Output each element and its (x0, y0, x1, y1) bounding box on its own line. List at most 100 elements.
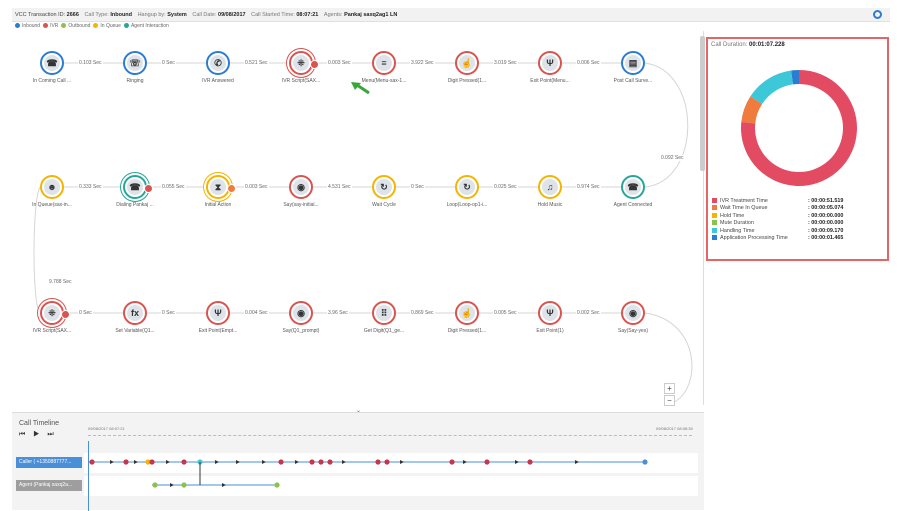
flow-node[interactable]: ☎Agent Connected (591, 175, 675, 208)
flow-node-ring[interactable]: ◉ (621, 301, 645, 325)
timeline-event[interactable] (527, 459, 532, 464)
flow-node-ring[interactable]: ▤ (621, 51, 645, 75)
flow-node-ring[interactable]: ☎ (123, 175, 147, 199)
flow-node-ring[interactable]: ⧗ (206, 175, 230, 199)
flow-node[interactable]: ✆ IVR Answered (176, 51, 260, 84)
timeline-event[interactable] (123, 459, 128, 464)
flow-node[interactable]: ☝Digit Pressed(1... (425, 51, 509, 84)
flow-node-ring[interactable]: ◉ (289, 175, 313, 199)
duration-label: IVR Treatment Time (720, 198, 808, 205)
flow-node[interactable]: ≡Menu(Menu-sax-1... (342, 51, 426, 84)
flow-node-ring[interactable]: fx (123, 301, 147, 325)
timeline-event[interactable] (134, 460, 138, 464)
flow-node[interactable]: ↻Loop(Loop-op1-i... (425, 175, 509, 208)
timeline-event[interactable] (274, 482, 279, 487)
flow-node-ring[interactable]: ☝ (455, 301, 479, 325)
flow-node[interactable]: ⁜IVR Script(SAX... (259, 51, 343, 84)
legend-label: Inbound (22, 23, 40, 29)
legend-dot (15, 23, 20, 28)
flow-scrollbar[interactable] (700, 36, 705, 171)
flow-node-ring[interactable]: ♫ (538, 175, 562, 199)
flow-node-ring[interactable]: ☎ (40, 51, 64, 75)
timeline-event[interactable] (181, 459, 186, 464)
flow-node-ring[interactable]: ☏ (123, 51, 147, 75)
flow-node[interactable]: ♫Hold Music (508, 175, 592, 208)
timeline-event[interactable] (484, 459, 489, 464)
timeline-event[interactable] (110, 460, 114, 464)
flow-node[interactable]: ☝Digit Pressed(1... (425, 301, 509, 334)
timeline-event[interactable] (575, 460, 579, 464)
duration-value: : 00:00:00.000 (808, 220, 843, 226)
timeline-event[interactable] (327, 459, 332, 464)
flow-node[interactable]: ☻In Queue(sax-in... (10, 175, 94, 208)
timeline-event[interactable] (384, 459, 389, 464)
timeline-event[interactable] (400, 460, 404, 464)
flow-step-duration: 0.004 Sec (244, 310, 269, 316)
call-type-label: Call Type: (84, 12, 108, 18)
timeline-event[interactable] (215, 460, 219, 464)
donut-slice[interactable] (748, 100, 756, 123)
flow-node[interactable]: ◉Say(say-initial... (259, 175, 343, 208)
flow-node[interactable]: ΨExit Point(Menu... (508, 51, 592, 84)
flow-node-ring[interactable]: ☎ (621, 175, 645, 199)
zoom-out-button[interactable]: − (664, 395, 675, 406)
zoom-in-button[interactable]: + (664, 383, 675, 394)
timeline-event[interactable] (166, 460, 170, 464)
flow-node-ring[interactable]: Ψ (538, 301, 562, 325)
timeline-event[interactable] (295, 460, 299, 464)
timeline-event[interactable] (375, 459, 380, 464)
flow-node-ring[interactable]: ↻ (455, 175, 479, 199)
timeline-event[interactable] (278, 459, 283, 464)
timeline-event[interactable] (181, 482, 186, 487)
timeline-event[interactable] (463, 460, 467, 464)
flow-node[interactable]: ΨExit Point(1) (508, 301, 592, 334)
timeline-event[interactable] (318, 459, 323, 464)
timeline-event[interactable] (449, 459, 454, 464)
refresh-icon[interactable] (873, 10, 882, 19)
flow-node[interactable]: ⁜IVR Script(SAX... (10, 301, 94, 334)
flow-node[interactable]: ☏Ringing (93, 51, 177, 84)
flow-node[interactable]: ☎Dialing Pankaj ... (93, 175, 177, 208)
flow-node[interactable]: ◉Say(Say-yes) (591, 301, 675, 334)
flow-node-ring[interactable]: ↻ (372, 175, 396, 199)
timeline-event[interactable] (152, 482, 157, 487)
duration-legend-row: Wait Time In Queue: 00:00:05.074 (712, 205, 887, 212)
flow-node-ring[interactable]: ⠿ (372, 301, 396, 325)
flow-node[interactable]: ΨExit Point(Empt... (176, 301, 260, 334)
flow-node[interactable]: ◉Say(Q1_prompt) (259, 301, 343, 334)
flow-node-ring[interactable]: Ψ (206, 301, 230, 325)
donut-slice[interactable] (756, 77, 792, 100)
flow-node-ring[interactable]: ☻ (40, 175, 64, 199)
flow-node[interactable]: ⧗Initial Action (176, 175, 260, 208)
timeline-event[interactable] (236, 460, 240, 464)
call-started-label: Call Started Time: (251, 12, 295, 18)
flow-node[interactable]: ☎In Coming Call ... (10, 51, 94, 84)
flow-node-ring[interactable]: ◉ (289, 301, 313, 325)
flow-node-ring[interactable]: Ψ (538, 51, 562, 75)
flow-node-ring[interactable]: ⁜ (289, 51, 313, 75)
timeline-event[interactable] (642, 459, 647, 464)
timeline-event[interactable] (89, 459, 94, 464)
timeline-event[interactable] (222, 483, 226, 487)
flow-node[interactable]: ↻Wait Cycle (342, 175, 426, 208)
timeline-event[interactable] (309, 459, 314, 464)
flow-step-duration: 0.869 Sec (410, 310, 435, 316)
flow-node-ring[interactable]: ✆ (206, 51, 230, 75)
speech-icon: ◉ (625, 305, 641, 321)
flow-node[interactable]: ⠿Get Digit(Q1_ge... (342, 301, 426, 334)
call-flow-canvas[interactable]: + − ☎In Coming Call ...☏Ringing ✆ IVR Answ… (12, 31, 704, 405)
flow-node-ring[interactable]: ☝ (455, 51, 479, 75)
agents-label: Agents: (324, 12, 343, 18)
timeline-event[interactable] (515, 460, 519, 464)
timeline-event[interactable] (170, 483, 174, 487)
timeline-event[interactable] (262, 460, 266, 464)
flow-step-duration: 0 Sec (410, 184, 425, 190)
flow-node-ring[interactable]: ≡ (372, 51, 396, 75)
flow-node[interactable]: fxSet Variable(Q1... (93, 301, 177, 334)
timeline-event[interactable] (149, 459, 154, 464)
flow-node-ring[interactable]: ⁜ (40, 301, 64, 325)
flow-step-duration: 0.002 Sec (576, 310, 601, 316)
timeline-event[interactable] (342, 460, 346, 464)
flow-node[interactable]: ▤Post Call Surve... (591, 51, 675, 84)
flow-node-label: IVR Answered (176, 78, 260, 84)
